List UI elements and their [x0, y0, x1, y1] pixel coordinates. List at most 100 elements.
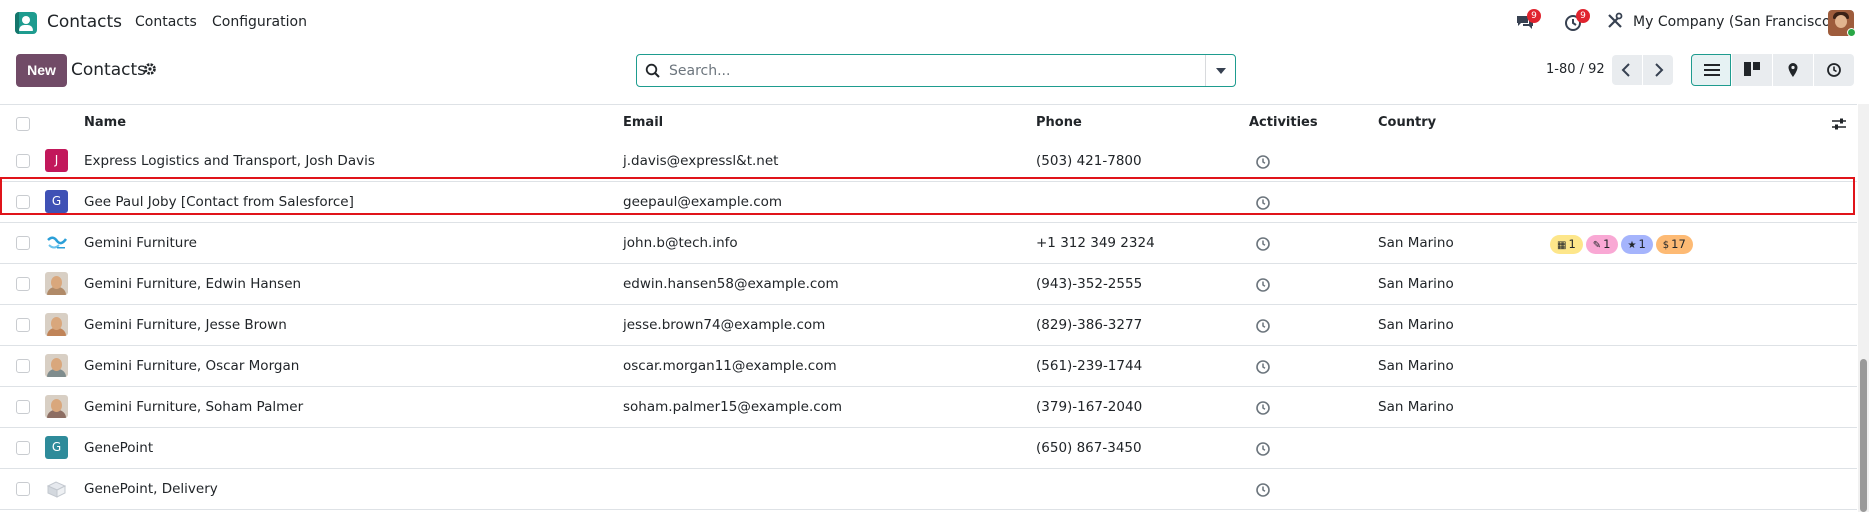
map-view-button[interactable] [1773, 54, 1813, 86]
contact-avatar [45, 272, 68, 295]
contact-name: Gemini Furniture [84, 235, 197, 251]
table-header: Name Email Phone Activities Country [0, 105, 1857, 141]
row-checkbox[interactable] [16, 277, 30, 291]
scrollbar-thumb[interactable] [1860, 359, 1867, 512]
contact-email: j.davis@expressl&t.net [623, 153, 779, 169]
row-checkbox[interactable] [16, 154, 30, 168]
activity-clock-icon[interactable] [1255, 236, 1271, 252]
row-checkbox[interactable] [16, 400, 30, 414]
star-icon: ★ [1627, 240, 1637, 251]
pager-previous-button[interactable] [1612, 55, 1642, 85]
column-header-activities[interactable]: Activities [1249, 115, 1318, 130]
contact-name: Gemini Furniture, Jesse Brown [84, 317, 287, 333]
contact-country: San Marino [1378, 235, 1454, 251]
activities-badge: 9 [1576, 9, 1590, 23]
counter-value: 1 [1568, 237, 1576, 251]
activity-clock-icon[interactable] [1255, 482, 1271, 498]
table-row[interactable]: J Express Logistics and Transport, Josh D… [0, 141, 1857, 182]
counter-value: 1 [1603, 237, 1611, 251]
search-icon [645, 63, 661, 79]
debug-tools-icon[interactable] [1606, 12, 1628, 34]
contact-name: GenePoint, Delivery [84, 481, 218, 497]
contact-name: Gemini Furniture, Soham Palmer [84, 399, 304, 415]
online-status-dot [1847, 28, 1856, 37]
contact-country: San Marino [1378, 276, 1454, 292]
contact-phone: (561)-239-1744 [1036, 358, 1143, 374]
activity-counters: ▦ 1 ✎ 1 ★ 1 $17 [1550, 233, 1696, 254]
vertical-scrollbar[interactable] [1858, 104, 1869, 512]
select-all-checkbox[interactable] [16, 117, 30, 131]
contact-email: jesse.brown74@example.com [623, 317, 826, 333]
calendar-counter-badge[interactable]: ▦ 1 [1550, 235, 1583, 254]
optional-columns-icon[interactable] [1831, 116, 1847, 132]
column-header-name[interactable]: Name [84, 115, 126, 130]
row-checkbox[interactable] [16, 441, 30, 455]
table-row[interactable]: Gemini Furniture, Soham Palmer soham.palm… [0, 387, 1857, 428]
activities-clock-icon[interactable]: 9 [1564, 9, 1590, 34]
chevron-left-icon [1621, 63, 1630, 77]
page-title: Contacts [71, 60, 146, 80]
search-input[interactable] [669, 56, 1189, 85]
table-row[interactable]: Gemini Furniture, Oscar Morgan oscar.morg… [0, 346, 1857, 387]
counter-value: 1 [1638, 237, 1646, 251]
list-view-button[interactable] [1691, 54, 1731, 86]
column-header-country[interactable]: Country [1378, 115, 1436, 130]
contact-email: oscar.morgan11@example.com [623, 358, 837, 374]
kanban-view-button[interactable] [1732, 54, 1772, 86]
clock-icon [1827, 63, 1841, 77]
contact-email: edwin.hansen58@example.com [623, 276, 839, 292]
new-button[interactable]: New [16, 54, 67, 87]
caret-down-icon [1216, 68, 1226, 74]
edit-counter-badge[interactable]: ✎ 1 [1585, 235, 1618, 254]
map-marker-icon [1788, 63, 1798, 77]
pager-next-button[interactable] [1643, 55, 1673, 85]
contact-phone: (379)-167-2040 [1036, 399, 1143, 415]
table-row[interactable]: Gemini Furniture john.b@tech.info +1 312 3… [0, 223, 1857, 264]
contact-avatar [45, 313, 68, 336]
menu-contacts[interactable]: Contacts [135, 14, 197, 30]
star-counter-badge[interactable]: ★ 1 [1620, 235, 1653, 254]
contact-country: San Marino [1378, 317, 1454, 333]
calendar-icon: ▦ [1557, 240, 1567, 251]
table-row[interactable]: Gemini Furniture, Jesse Brown jesse.brown… [0, 305, 1857, 346]
contact-phone: (650) 867-3450 [1036, 440, 1142, 456]
contact-name: GenePoint [84, 440, 154, 456]
list-icon [1704, 64, 1720, 76]
contacts-app-icon[interactable] [15, 12, 37, 34]
contact-phone: (943)-352-2555 [1036, 276, 1143, 292]
kanban-icon [1744, 62, 1760, 76]
table-row[interactable]: G GenePoint (650) 867-3450 [0, 428, 1857, 469]
contact-avatar: J [45, 149, 68, 172]
activity-clock-icon[interactable] [1255, 441, 1271, 457]
messages-badge: 9 [1527, 9, 1541, 23]
messaging-icon[interactable]: 9 [1515, 9, 1541, 34]
highlighted-row-outline [0, 177, 1855, 215]
pager-value[interactable]: 1-80 / 92 [1546, 62, 1605, 77]
row-checkbox[interactable] [16, 482, 30, 496]
contacts-list: Name Email Phone Activities Country J Exp… [0, 104, 1857, 512]
company-switcher[interactable]: My Company (San Francisco) [1633, 14, 1836, 30]
column-header-email[interactable]: Email [623, 115, 663, 130]
gear-icon[interactable] [143, 61, 159, 77]
table-row[interactable]: GenePoint, Delivery [0, 469, 1857, 510]
contact-phone: +1 312 349 2324 [1036, 235, 1155, 251]
contact-avatar [45, 395, 68, 418]
contact-name: Gemini Furniture, Oscar Morgan [84, 358, 300, 374]
activity-clock-icon[interactable] [1255, 359, 1271, 375]
app-brand[interactable]: Contacts [47, 12, 122, 32]
dollar-counter-badge[interactable]: $17 [1655, 235, 1693, 254]
activity-clock-icon[interactable] [1255, 277, 1271, 293]
activity-clock-icon[interactable] [1255, 318, 1271, 334]
contact-avatar [45, 354, 68, 377]
row-checkbox[interactable] [16, 236, 30, 250]
column-header-phone[interactable]: Phone [1036, 115, 1082, 130]
contact-email: soham.palmer15@example.com [623, 399, 843, 415]
table-row[interactable]: Gemini Furniture, Edwin Hansen edwin.hans… [0, 264, 1857, 305]
menu-configuration[interactable]: Configuration [212, 14, 307, 30]
activity-clock-icon[interactable] [1255, 400, 1271, 416]
activity-view-button[interactable] [1814, 54, 1854, 86]
search-options-toggle[interactable] [1205, 55, 1235, 86]
row-checkbox[interactable] [16, 359, 30, 373]
row-checkbox[interactable] [16, 318, 30, 332]
activity-clock-icon[interactable] [1255, 154, 1271, 170]
